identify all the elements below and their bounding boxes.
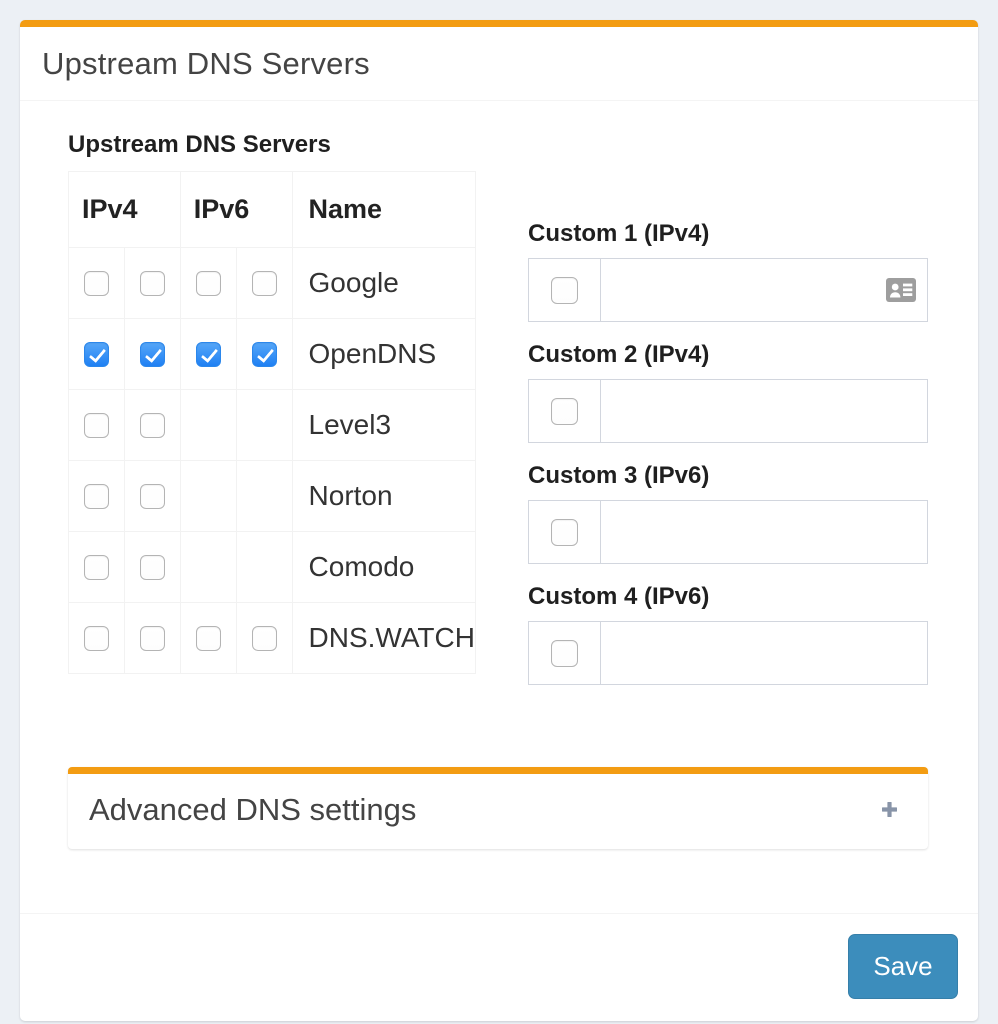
advanced-dns-settings-panel[interactable]: Advanced DNS settings: [68, 767, 928, 849]
upstream-dns-card: Upstream DNS Servers Upstream DNS Server…: [20, 20, 978, 1021]
checkbox-dnswatch-ipv4-1[interactable]: [84, 626, 109, 651]
header-ipv4: IPv4: [69, 172, 181, 248]
custom-1-input-wrap: [601, 259, 927, 321]
custom-3-input-wrap: [601, 501, 927, 563]
save-button[interactable]: Save: [848, 934, 958, 999]
custom-4-checkbox[interactable]: [551, 640, 578, 667]
checkbox-dnswatch-ipv6-1[interactable]: [196, 626, 221, 651]
custom-3-input[interactable]: [601, 501, 927, 563]
table-row: Comodo: [69, 532, 476, 603]
card-header: Upstream DNS Servers: [20, 27, 978, 101]
custom-1-checkbox-cell: [529, 259, 601, 321]
page-background: Upstream DNS Servers Upstream DNS Server…: [0, 0, 998, 1024]
custom-1-group: Custom 1 (IPv4): [528, 221, 928, 322]
custom-1-box: [528, 258, 928, 322]
checkbox-google-ipv4-1[interactable]: [84, 271, 109, 296]
custom-3-checkbox[interactable]: [551, 519, 578, 546]
server-name: Google: [292, 248, 475, 319]
checkbox-comodo-ipv4-1[interactable]: [84, 555, 109, 580]
table-row: Level3: [69, 390, 476, 461]
custom-4-box: [528, 621, 928, 685]
checkbox-opendns-ipv4-1[interactable]: [84, 342, 109, 367]
dns-servers-table: IPv4 IPv6 Name Google: [68, 171, 476, 674]
server-name: Comodo: [292, 532, 475, 603]
header-ipv6: IPv6: [180, 172, 292, 248]
custom-4-input[interactable]: [601, 622, 927, 684]
custom-servers-column: Custom 1 (IPv4): [528, 171, 928, 705]
custom-4-label: Custom 4 (IPv6): [528, 584, 928, 610]
checkbox-opendns-ipv6-1[interactable]: [196, 342, 221, 367]
preset-servers-column: IPv4 IPv6 Name Google: [68, 171, 476, 705]
checkbox-level3-ipv4-2[interactable]: [140, 413, 165, 438]
custom-3-box: [528, 500, 928, 564]
checkbox-dnswatch-ipv6-2[interactable]: [252, 626, 277, 651]
custom-1-checkbox[interactable]: [551, 277, 578, 304]
checkbox-norton-ipv4-1[interactable]: [84, 484, 109, 509]
server-name: Norton: [292, 461, 475, 532]
content-columns: IPv4 IPv6 Name Google: [68, 171, 928, 705]
checkbox-dnswatch-ipv4-2[interactable]: [140, 626, 165, 651]
custom-3-checkbox-cell: [529, 501, 601, 563]
custom-2-checkbox[interactable]: [551, 398, 578, 425]
table-header-row: IPv4 IPv6 Name: [69, 172, 476, 248]
custom-2-label: Custom 2 (IPv4): [528, 342, 928, 368]
custom-2-checkbox-cell: [529, 380, 601, 442]
custom-1-label: Custom 1 (IPv4): [528, 221, 928, 247]
advanced-panel-title: Advanced DNS settings: [89, 792, 416, 828]
checkbox-google-ipv6-1[interactable]: [196, 271, 221, 296]
checkbox-google-ipv4-2[interactable]: [140, 271, 165, 296]
card-footer: Save: [20, 913, 978, 1021]
table-row: Google: [69, 248, 476, 319]
table-row: OpenDNS: [69, 319, 476, 390]
custom-2-input-wrap: [601, 380, 927, 442]
plus-icon: [881, 801, 898, 818]
advanced-toggle-button[interactable]: [875, 795, 904, 824]
server-name: OpenDNS: [292, 319, 475, 390]
checkbox-opendns-ipv4-2[interactable]: [140, 342, 165, 367]
custom-4-group: Custom 4 (IPv6): [528, 584, 928, 685]
custom-3-label: Custom 3 (IPv6): [528, 463, 928, 489]
checkbox-comodo-ipv4-2[interactable]: [140, 555, 165, 580]
table-row: DNS.WATCH: [69, 603, 476, 674]
checkbox-google-ipv6-2[interactable]: [252, 271, 277, 296]
custom-2-box: [528, 379, 928, 443]
server-name: Level3: [292, 390, 475, 461]
custom-4-checkbox-cell: [529, 622, 601, 684]
page-title: Upstream DNS Servers: [42, 46, 956, 82]
custom-1-input[interactable]: [601, 259, 927, 321]
checkbox-norton-ipv4-2[interactable]: [140, 484, 165, 509]
custom-2-group: Custom 2 (IPv4): [528, 342, 928, 443]
section-label: Upstream DNS Servers: [68, 131, 928, 159]
card-body: Upstream DNS Servers IPv4 IPv6 Name: [20, 101, 978, 849]
checkbox-level3-ipv4-1[interactable]: [84, 413, 109, 438]
table-row: Norton: [69, 461, 476, 532]
custom-4-input-wrap: [601, 622, 927, 684]
header-name: Name: [292, 172, 475, 248]
checkbox-opendns-ipv6-2[interactable]: [252, 342, 277, 367]
server-name: DNS.WATCH: [292, 603, 475, 674]
custom-3-group: Custom 3 (IPv6): [528, 463, 928, 564]
custom-2-input[interactable]: [601, 380, 927, 442]
